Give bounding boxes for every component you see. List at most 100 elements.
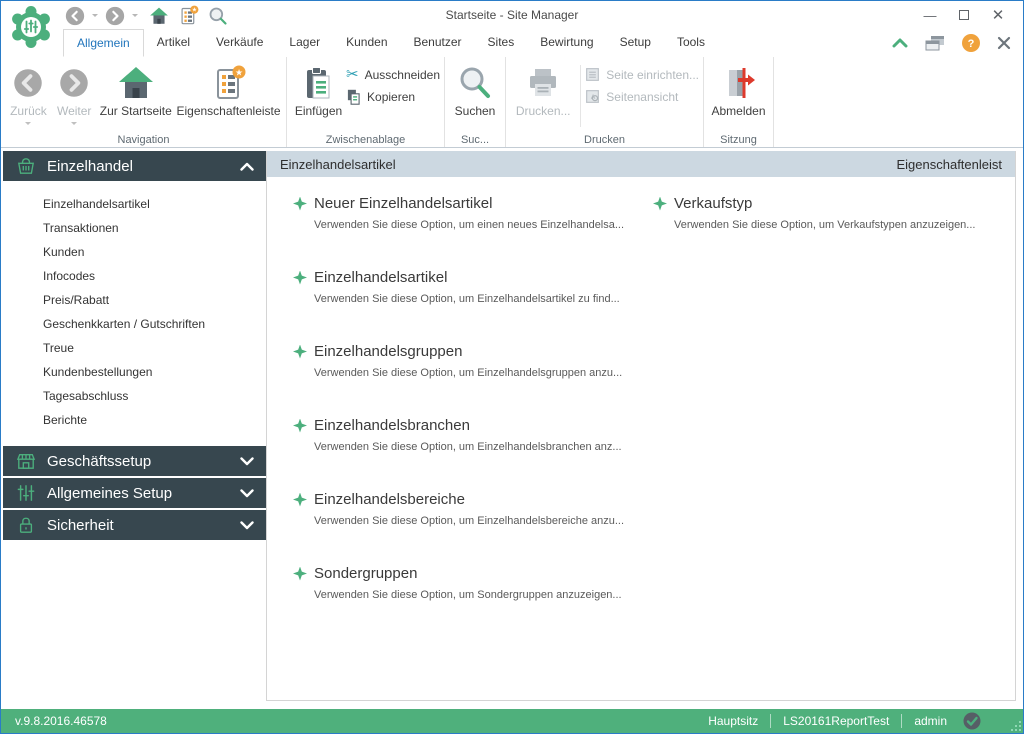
chevron-down-icon: [240, 521, 254, 530]
status-site: Hauptsitz: [708, 714, 758, 728]
content-left-column: Neuer Einzelhandelsartikel Verwenden Sie…: [293, 195, 653, 639]
content-right-column: Verkaufstyp Verwenden Sie diese Option, …: [653, 195, 1013, 269]
tab-lager[interactable]: Lager: [276, 29, 333, 57]
sidebar-item-transaktionen[interactable]: Transaktionen: [3, 216, 266, 240]
minimize-button[interactable]: —: [913, 3, 947, 27]
qat-properties-icon[interactable]: ★: [178, 5, 199, 26]
status-database: LS20161ReportTest: [783, 714, 889, 728]
sidebar-item-kundenbestellungen[interactable]: Kundenbestellungen: [3, 360, 266, 384]
cut-button[interactable]: ✂ Ausschneiden: [346, 67, 440, 82]
paste-icon: [301, 63, 337, 103]
link-item-einzelhandelsartikel[interactable]: Einzelhandelsartikel Verwenden Sie diese…: [293, 269, 653, 343]
ribbon: Zurück Weiter Zur Startseite: [1, 57, 1023, 148]
tab-artikel[interactable]: Artikel: [144, 29, 203, 57]
sidebar-item-geschenkkarten[interactable]: Geschenkkarten / Gutschriften: [3, 312, 266, 336]
logout-icon: [721, 63, 757, 103]
sidebar-section-allgemeines-setup[interactable]: Allgemeines Setup: [3, 478, 266, 508]
group-label-search: Suc...: [445, 134, 505, 146]
link-item-einzelhandelsbranchen[interactable]: Einzelhandelsbranchen Verwenden Sie dies…: [293, 417, 653, 491]
back-dropdown-icon: [25, 122, 31, 128]
search-button[interactable]: Suchen: [449, 59, 501, 118]
page-setup-icon: [585, 67, 600, 82]
logout-button[interactable]: Abmelden: [708, 59, 769, 118]
back-icon: [13, 63, 43, 103]
sidebar-item-einzelhandelsartikel[interactable]: Einzelhandelsartikel: [3, 192, 266, 216]
app-window: ★ Startseite - Site Manager — ✕ Allgemei…: [0, 0, 1024, 734]
tab-benutzer[interactable]: Benutzer: [401, 29, 475, 57]
sidebar: Einzelhandel Einzelhandelsartikel Transa…: [3, 151, 266, 706]
tab-setup[interactable]: Setup: [607, 29, 664, 57]
store-icon: [15, 451, 37, 471]
properties-panel-title: Eigenschaftenleist: [896, 157, 1002, 172]
group-label-session: Sitzung: [704, 134, 773, 146]
close-ribbon-icon[interactable]: [997, 36, 1011, 50]
status-user: admin: [914, 714, 947, 728]
cascade-windows-icon[interactable]: [925, 35, 945, 51]
home-button[interactable]: Zur Startseite: [97, 59, 175, 118]
back-button[interactable]: Zurück: [5, 59, 52, 128]
diamond-icon: [293, 567, 307, 581]
forward-button[interactable]: Weiter: [52, 59, 97, 128]
print-preview-button[interactable]: A Seitenansicht: [585, 89, 699, 104]
tab-bewirtung[interactable]: Bewirtung: [527, 29, 606, 57]
sidebar-item-kunden[interactable]: Kunden: [3, 240, 266, 264]
qat-search-icon[interactable]: [208, 6, 228, 26]
qat-forward-icon[interactable]: [105, 6, 125, 26]
tab-sites[interactable]: Sites: [475, 29, 528, 57]
collapse-ribbon-icon[interactable]: [892, 37, 908, 49]
link-item-verkaufstyp[interactable]: Verkaufstyp Verwenden Sie diese Option, …: [653, 195, 1013, 269]
sidebar-item-tagesabschluss[interactable]: Tagesabschluss: [3, 384, 266, 408]
sidebar-section-geschaeftssetup[interactable]: Geschäftssetup: [3, 446, 266, 476]
forward-dropdown-icon: [71, 122, 77, 128]
status-bar: v.9.8.2016.46578 Hauptsitz LS20161Report…: [1, 709, 1023, 733]
chevron-down-icon: [240, 489, 254, 498]
qat-home-icon[interactable]: [149, 6, 169, 26]
link-item-einzelhandelsbereiche[interactable]: Einzelhandelsbereiche Verwenden Sie dies…: [293, 491, 653, 565]
sidebar-section-sicherheit[interactable]: Sicherheit: [3, 510, 266, 540]
content-panel: Einzelhandelsartikel Eigenschaftenleist …: [266, 151, 1016, 701]
content-title: Einzelhandelsartikel: [280, 157, 396, 172]
sidebar-items: Einzelhandelsartikel Transaktionen Kunde…: [3, 183, 266, 446]
resize-grip-icon[interactable]: [1009, 719, 1021, 731]
link-item-neuer-einzelhandelsartikel[interactable]: Neuer Einzelhandelsartikel Verwenden Sie…: [293, 195, 653, 269]
qat-back-icon[interactable]: [65, 6, 85, 26]
diamond-icon: [293, 419, 307, 433]
page-setup-button[interactable]: Seite einrichten...: [585, 67, 699, 82]
ribbon-tab-row: Allgemein Artikel Verkäufe Lager Kunden …: [1, 29, 1023, 57]
tab-kunden[interactable]: Kunden: [333, 29, 400, 57]
ribbon-spacer: [774, 57, 1023, 147]
tab-tools[interactable]: Tools: [664, 29, 718, 57]
sidebar-item-infocodes[interactable]: Infocodes: [3, 264, 266, 288]
maximize-button[interactable]: [947, 3, 981, 27]
status-divider: [901, 714, 902, 728]
sidebar-section-einzelhandel[interactable]: Einzelhandel: [3, 151, 266, 181]
help-icon[interactable]: ?: [962, 34, 980, 52]
qat-back-dropdown-icon[interactable]: [92, 14, 98, 20]
tab-allgemein[interactable]: Allgemein: [63, 29, 144, 57]
sidebar-item-berichte[interactable]: Berichte: [3, 408, 266, 432]
ribbon-group-clipboard: Einfügen ✂ Ausschneiden Kopieren: [287, 57, 445, 147]
home-icon: [118, 63, 154, 103]
properties-panel-button[interactable]: ★ Eigenschaftenleiste: [175, 59, 282, 118]
svg-text:★: ★: [192, 7, 197, 14]
group-label-navigation: Navigation: [1, 134, 286, 146]
group-inner-divider: [580, 65, 581, 127]
ribbon-group-print: Drucken... Seite einrichten... A Seitena…: [506, 57, 704, 147]
qat-forward-dropdown-icon[interactable]: [132, 14, 138, 20]
print-button[interactable]: Drucken...: [510, 59, 576, 118]
printer-icon: [525, 63, 561, 103]
svg-text:?: ?: [968, 38, 975, 50]
link-item-einzelhandelsgruppen[interactable]: Einzelhandelsgruppen Verwenden Sie diese…: [293, 343, 653, 417]
close-button[interactable]: ✕: [981, 3, 1015, 27]
copy-button[interactable]: Kopieren: [346, 89, 440, 105]
tab-verkaeufe[interactable]: Verkäufe: [203, 29, 276, 57]
link-item-sondergruppen[interactable]: Sondergruppen Verwenden Sie diese Option…: [293, 565, 653, 639]
copy-icon: [346, 89, 361, 105]
diamond-icon: [293, 271, 307, 285]
diamond-icon: [653, 197, 667, 211]
paste-button[interactable]: Einfügen: [291, 59, 346, 118]
forward-icon: [59, 63, 89, 103]
version-label: v.9.8.2016.46578: [15, 714, 107, 728]
sidebar-item-treue[interactable]: Treue: [3, 336, 266, 360]
sidebar-item-preis-rabatt[interactable]: Preis/Rabatt: [3, 288, 266, 312]
